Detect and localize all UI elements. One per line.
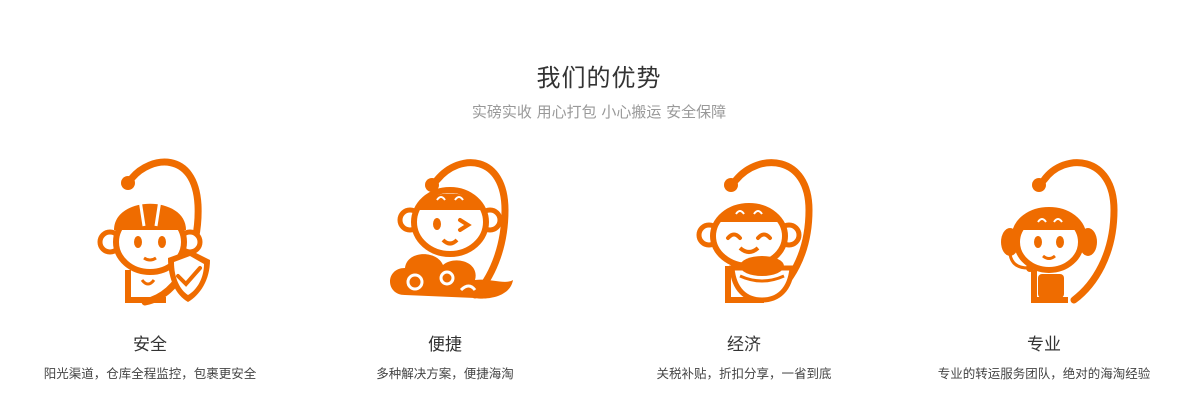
feature-desc: 专业的转运服务团队，绝对的海淘经验: [937, 366, 1151, 381]
feature-desc: 关税补贴，折扣分享，一省到底: [656, 366, 832, 381]
section-subtitle: 实磅实收 用心打包 小心搬运 安全保障: [471, 103, 727, 121]
monkey-gold-ingot-icon: [696, 159, 813, 303]
feature-name: 便捷: [428, 335, 462, 355]
features-row: 安全 阳光渠道，仓库全程监控，包裹更安全 便捷 多种解决方案，便捷海淘 经济 关…: [0, 150, 1198, 400]
feature-desc: 阳光渠道，仓库全程监控，包裹更安全: [43, 366, 257, 381]
monkey-helmet-shield-icon: [97, 158, 210, 306]
monkey-cloud-wink-icon: [390, 159, 513, 299]
section-title: 我们的优势: [536, 64, 662, 92]
feature-safety: 安全 阳光渠道，仓库全程监控，包裹更安全: [0, 150, 300, 400]
monkey-headset-icon: [1001, 159, 1118, 304]
feature-name: 专业: [1027, 335, 1061, 355]
feature-name: 安全: [133, 335, 167, 355]
feature-desc: 多种解决方案，便捷海淘: [376, 366, 514, 381]
feature-economy: 经济 关税补贴，折扣分享，一省到底: [594, 150, 894, 400]
feature-professional: 专业 专业的转运服务团队，绝对的海淘经验: [894, 150, 1194, 400]
advantages-section: 我们的优势 实磅实收 用心打包 小心搬运 安全保障 安全 阳光渠道，仓库全程监控…: [0, 0, 1198, 407]
feature-convenience: 便捷 多种解决方案，便捷海淘: [295, 150, 595, 400]
feature-name: 经济: [727, 335, 761, 355]
